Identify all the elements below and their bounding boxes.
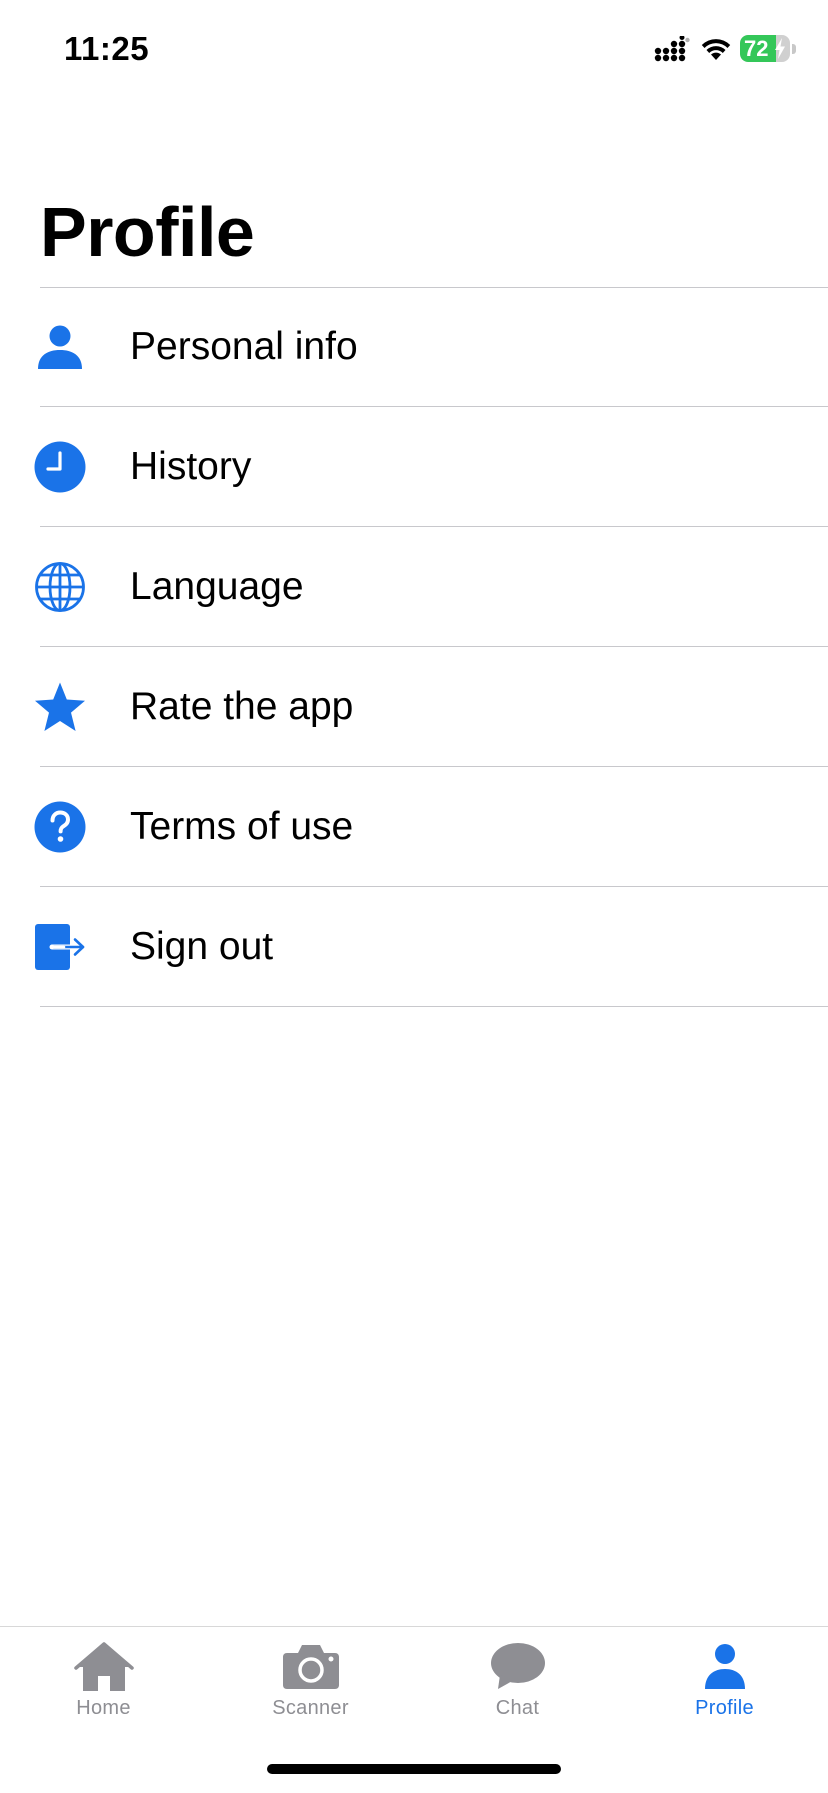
menu-item-label: Terms of use	[130, 805, 354, 848]
signal-icon	[654, 35, 690, 64]
menu-item-history[interactable]: History	[0, 407, 828, 527]
menu-item-label: Language	[130, 565, 304, 608]
tab-label: Profile	[695, 1697, 754, 1719]
clock-icon	[34, 441, 86, 493]
chat-bubble-icon	[488, 1639, 548, 1693]
tab-label: Scanner	[272, 1697, 349, 1719]
menu-item-label: History	[130, 445, 252, 488]
home-indicator[interactable]	[267, 1764, 561, 1774]
tab-label: Home	[76, 1697, 131, 1719]
person-icon	[34, 321, 86, 373]
menu-item-terms-of-use[interactable]: Terms of use	[0, 767, 828, 887]
menu-item-personal-info[interactable]: Personal info	[0, 287, 828, 407]
camera-icon	[281, 1639, 341, 1693]
tab-label: Chat	[495, 1697, 540, 1719]
tab-home[interactable]: Home	[0, 1627, 207, 1737]
status-bar: 11:25 72	[0, 0, 828, 100]
tab-scanner[interactable]: Scanner	[207, 1627, 414, 1737]
sign-out-icon	[34, 921, 86, 973]
menu-item-language[interactable]: Language	[0, 527, 828, 647]
tab-profile[interactable]: Profile	[621, 1627, 828, 1737]
tab-chat[interactable]: Chat	[414, 1627, 621, 1737]
wifi-icon	[698, 34, 734, 62]
menu-item-label: Personal info	[130, 325, 358, 368]
battery-percent: 72	[744, 36, 769, 61]
question-icon	[34, 801, 86, 853]
charging-bolt-icon	[774, 38, 786, 59]
star-icon	[34, 681, 86, 733]
page-title: Profile	[40, 193, 255, 271]
menu-item-rate-the-app[interactable]: Rate the app	[0, 647, 828, 767]
profile-menu: Personal info History Language Rate the …	[0, 287, 828, 1007]
battery-icon: 72	[740, 35, 790, 62]
menu-item-label: Rate the app	[130, 685, 354, 728]
status-time: 11:25	[64, 30, 150, 67]
person-icon	[695, 1639, 755, 1693]
menu-item-label: Sign out	[130, 925, 274, 968]
menu-item-sign-out[interactable]: Sign out	[0, 887, 828, 1007]
house-icon	[73, 1639, 134, 1693]
battery-cap	[792, 44, 796, 54]
globe-icon	[34, 561, 86, 613]
